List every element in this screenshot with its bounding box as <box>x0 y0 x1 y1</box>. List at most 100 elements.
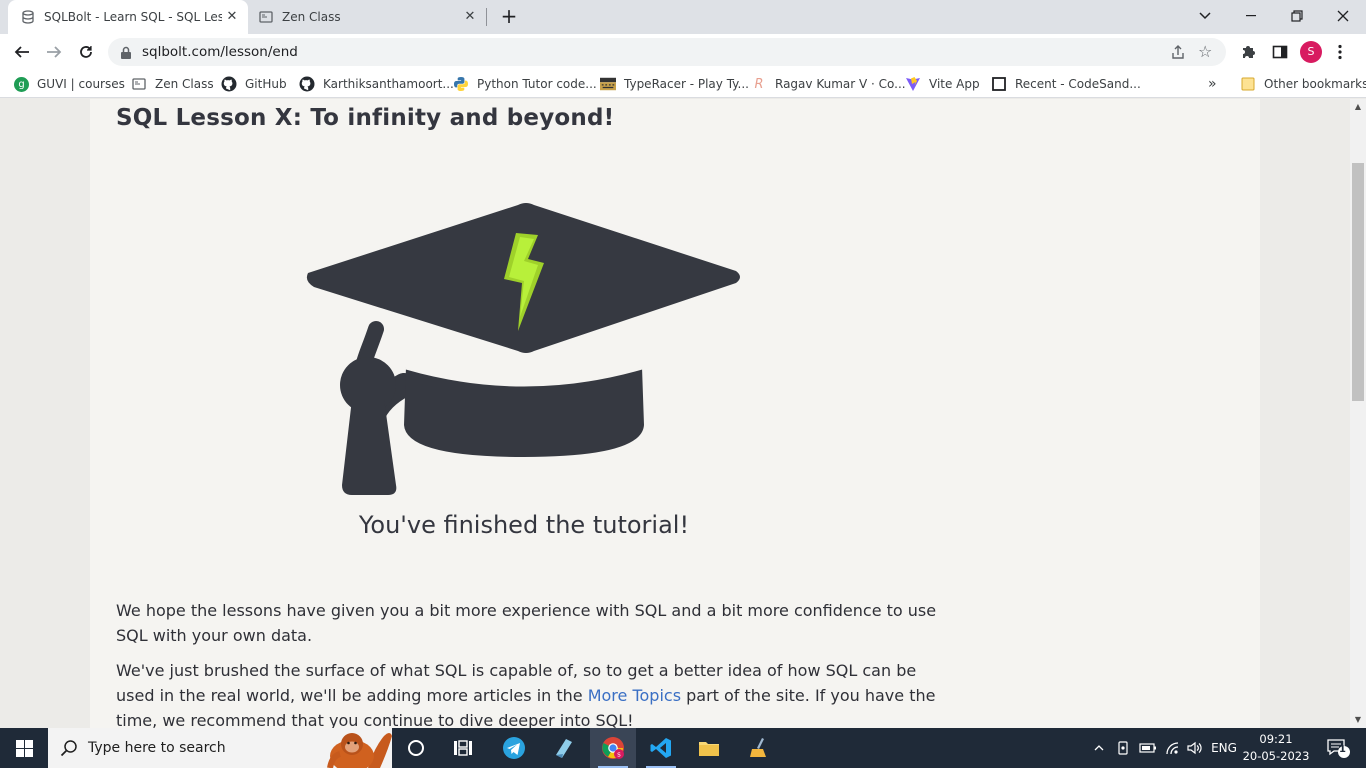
svg-text:s: s <box>617 751 621 759</box>
reload-button[interactable] <box>72 38 100 66</box>
close-window-button[interactable] <box>1331 4 1355 28</box>
search-icon <box>60 739 78 757</box>
bookmark-codesandbox[interactable]: Recent - CodeSand... <box>991 75 1141 93</box>
battery-icon[interactable] <box>1137 728 1159 768</box>
extensions-puzzle-icon[interactable] <box>1234 38 1262 66</box>
lesson-title: SQL Lesson X: To infinity and beyond! <box>116 105 615 131</box>
browser-tab-strip: SQLBolt - Learn SQL - SQL Lesson X: To i… <box>0 0 1366 34</box>
task-view-icon <box>454 740 472 756</box>
other-bookmarks-folder[interactable]: Other bookmarks <box>1240 75 1366 93</box>
codepen-icon: R <box>754 76 764 92</box>
bookmark-label: Other bookmarks <box>1264 77 1366 91</box>
volume-icon[interactable] <box>1184 728 1206 768</box>
url-text[interactable]: sqlbolt.com/lesson/end <box>142 44 298 60</box>
chrome-icon: s <box>602 737 624 759</box>
bookmark-star-icon[interactable]: ☆ <box>1198 43 1216 61</box>
telegram-app[interactable] <box>491 728 537 768</box>
chrome-app[interactable]: s <box>590 728 636 768</box>
lesson-content: SQL Lesson X: To infinity and beyond! Yo… <box>90 99 1260 728</box>
close-tab-icon[interactable]: ✕ <box>224 9 240 25</box>
windows-taskbar: Type here to search s ENG 09:21 20-05-20… <box>0 728 1366 768</box>
share-icon[interactable] <box>1170 44 1186 60</box>
lock-icon[interactable] <box>120 45 134 59</box>
zen-class-icon <box>131 76 147 92</box>
bookmark-label: Recent - CodeSand... <box>1015 77 1141 91</box>
bookmark-github[interactable]: GitHub <box>221 75 287 93</box>
paragraph-intro: We hope the lessons have given you a bit… <box>116 601 937 645</box>
vscode-app[interactable] <box>638 728 684 768</box>
bookmark-label: GitHub <box>245 77 287 91</box>
bookmarks-bar: g GUVI | courses Zen Class GitHub Karthi… <box>0 70 1366 98</box>
bookmark-codepen[interactable]: R Ragav Kumar V · Co... <box>751 75 906 93</box>
show-hidden-icons-chevron-icon[interactable] <box>1090 728 1108 768</box>
file-explorer-app[interactable] <box>686 728 732 768</box>
python-icon <box>453 76 469 92</box>
tab-divider <box>486 8 487 26</box>
database-icon <box>20 9 36 25</box>
meet-now-icon[interactable] <box>1113 728 1133 768</box>
bookmark-label: Python Tutor code... <box>477 77 597 91</box>
bookmark-label: Karthiksanthamoort... <box>323 77 454 91</box>
bookmark-label: GUVI | courses <box>37 77 125 91</box>
restore-button[interactable] <box>1285 4 1309 28</box>
notifications-button[interactable]: 1 <box>1318 728 1358 768</box>
scrollbar-thumb[interactable] <box>1352 163 1364 401</box>
github-icon <box>221 76 237 92</box>
bookmark-zen-class[interactable]: Zen Class <box>131 75 214 93</box>
close-tab-icon[interactable]: ✕ <box>462 9 478 25</box>
broom-icon <box>750 738 766 757</box>
side-panel-icon[interactable] <box>1266 38 1294 66</box>
task-view-icon-button[interactable] <box>440 728 486 768</box>
address-bar[interactable]: sqlbolt.com/lesson/end ☆ <box>108 38 1226 66</box>
more-topics-link[interactable]: More Topics <box>588 686 681 705</box>
clock-date: 20-05-2023 <box>1242 749 1310 763</box>
bookmark-label: TypeRacer - Play Ty... <box>624 77 749 91</box>
telegram-icon <box>503 737 525 759</box>
paragraph-more-topics: We've just brushed the surface of what S… <box>116 658 946 728</box>
bookmark-karthik[interactable]: Karthiksanthamoort... <box>299 75 454 93</box>
codesandbox-icon <box>991 76 1007 92</box>
forward-button[interactable] <box>40 38 68 66</box>
bookmark-vite[interactable]: Vite App <box>905 75 980 93</box>
folder-icon <box>1240 76 1256 92</box>
finished-message: You've finished the tutorial! <box>358 511 690 539</box>
bookmark-typeracer[interactable]: TypeRacer - Play Ty... <box>600 75 749 93</box>
menu-kebab-icon[interactable] <box>1326 38 1354 66</box>
new-tab-button[interactable]: + <box>498 5 520 27</box>
system-clock[interactable]: 09:21 20-05-2023 <box>1236 731 1316 765</box>
github-icon <box>299 76 315 92</box>
scroll-up-arrow-icon[interactable]: ▲ <box>1350 99 1366 115</box>
cortana-ring-icon <box>408 740 424 756</box>
clock-time: 09:21 <box>1259 732 1293 746</box>
notification-count-badge: 1 <box>1339 744 1346 755</box>
orangutan-search-highlight-image <box>327 733 392 768</box>
guvi-icon: g <box>14 76 29 92</box>
bookmark-label: Zen Class <box>155 77 214 91</box>
notification-icon <box>1327 739 1350 758</box>
bookmark-python-tutor[interactable]: Python Tutor code... <box>453 75 597 93</box>
tab-title: SQLBolt - Learn SQL - SQL Lesson X: To i… <box>44 10 222 24</box>
back-button[interactable] <box>8 38 36 66</box>
tab-sqlbolt[interactable]: SQLBolt - Learn SQL - SQL Lesson X: To i… <box>8 0 248 34</box>
task-view-button[interactable] <box>393 728 439 768</box>
notepad-icon <box>556 739 572 758</box>
vscode-icon <box>650 738 671 758</box>
page-scrollbar[interactable]: ▲ ▼ <box>1350 99 1366 728</box>
profile-avatar[interactable]: S <box>1300 41 1322 63</box>
search-placeholder[interactable]: Type here to search <box>88 740 226 756</box>
more-bookmarks-button[interactable]: » <box>1208 75 1217 93</box>
bookmark-guvi[interactable]: g GUVI | courses <box>14 75 125 93</box>
cleanup-app[interactable] <box>736 728 782 768</box>
bookmark-label: Ragav Kumar V · Co... <box>775 77 906 91</box>
tab-search-chevron-icon[interactable] <box>1193 4 1217 28</box>
notepad-app[interactable] <box>540 728 586 768</box>
minimize-button[interactable] <box>1239 4 1263 28</box>
wifi-icon[interactable] <box>1162 728 1184 768</box>
start-button[interactable] <box>0 728 48 768</box>
taskbar-search[interactable]: Type here to search <box>48 728 392 768</box>
tab-zen-class[interactable]: Zen Class ✕ <box>250 0 486 34</box>
browser-toolbar: sqlbolt.com/lesson/end ☆ S <box>0 34 1366 70</box>
scroll-down-arrow-icon[interactable]: ▼ <box>1350 712 1366 728</box>
typeracer-icon <box>600 76 616 92</box>
folder-icon <box>699 742 719 756</box>
